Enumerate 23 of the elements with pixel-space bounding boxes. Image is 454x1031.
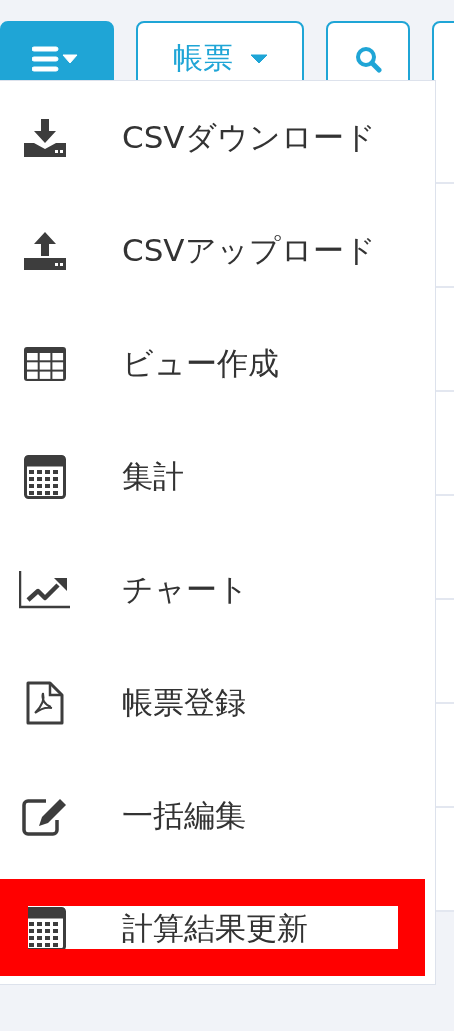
menu-item[interactable]: CSVアップロード — [0, 194, 435, 307]
menu-item-label: 一括編集 — [122, 795, 246, 835]
pdf-file-icon — [26, 680, 64, 725]
search-icon — [354, 44, 382, 73]
download-icon — [24, 118, 66, 157]
menu-item[interactable]: チャート — [0, 533, 435, 646]
table-icon — [24, 346, 66, 381]
menu-item-label: チャート — [122, 569, 249, 609]
menu-item-label: 集計 — [122, 456, 184, 496]
upload-icon — [24, 231, 66, 270]
menu-item[interactable]: 帳票登録 — [0, 646, 435, 759]
menu-item-label: CSVダウンロード — [122, 117, 376, 157]
caret-icon — [251, 53, 267, 64]
menu-item-label: CSVアップロード — [122, 230, 376, 270]
menu-item[interactable]: ビュー作成 — [0, 307, 435, 420]
line-chart-icon — [19, 570, 71, 609]
menu-item[interactable]: 計算結果更新 — [0, 872, 435, 985]
menu-item[interactable]: 集計 — [0, 420, 435, 533]
calculator-icon — [24, 454, 66, 499]
menu-item[interactable]: 一括編集 — [0, 759, 435, 872]
menu-item-label: 計算結果更新 — [122, 908, 308, 948]
menu-item-label: 帳票登録 — [122, 682, 246, 722]
menu-item-label: ビュー作成 — [122, 343, 279, 383]
